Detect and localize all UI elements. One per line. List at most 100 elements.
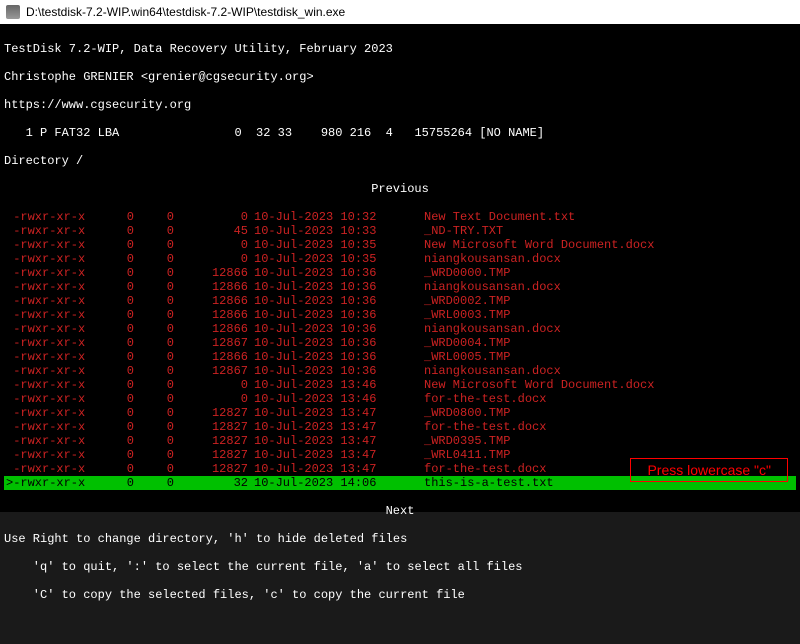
file-perm: -rwxr-xr-x (4, 252, 104, 266)
file-gid: 0 (144, 280, 184, 294)
file-row[interactable]: -rwxr-xr-x00010-Jul-2023 10:35New Micros… (4, 238, 796, 252)
file-uid: 0 (104, 406, 144, 420)
file-datetime: 10-Jul-2023 13:47 (254, 448, 424, 462)
file-datetime: 10-Jul-2023 10:33 (254, 224, 424, 238)
file-gid: 0 (144, 294, 184, 308)
file-uid: 0 (104, 308, 144, 322)
file-gid: 0 (144, 224, 184, 238)
file-row[interactable]: -rwxr-xr-x00010-Jul-2023 10:32New Text D… (4, 210, 796, 224)
file-size: 12866 (184, 280, 254, 294)
file-list[interactable]: -rwxr-xr-x00010-Jul-2023 10:32New Text D… (4, 210, 796, 490)
file-uid: 0 (104, 462, 144, 476)
file-row[interactable]: -rwxr-xr-x001282710-Jul-2023 13:47for-th… (4, 420, 796, 434)
file-uid: 0 (104, 238, 144, 252)
file-datetime: 10-Jul-2023 10:36 (254, 294, 424, 308)
file-size: 12866 (184, 266, 254, 280)
file-perm: -rwxr-xr-x (4, 392, 104, 406)
file-row[interactable]: -rwxr-xr-x001286710-Jul-2023 10:36niangk… (4, 364, 796, 378)
file-name: _WRD0000.TMP (424, 266, 796, 280)
file-name: niangkousansan.docx (424, 322, 796, 336)
file-uid: 0 (104, 280, 144, 294)
file-gid: 0 (144, 308, 184, 322)
file-row[interactable]: -rwxr-xr-x001286610-Jul-2023 10:36niangk… (4, 280, 796, 294)
file-size: 12827 (184, 434, 254, 448)
file-gid: 0 (144, 210, 184, 224)
file-row[interactable]: -rwxr-xr-x001282710-Jul-2023 13:47_WRD03… (4, 434, 796, 448)
file-row[interactable]: -rwxr-xr-x00010-Jul-2023 13:46New Micros… (4, 378, 796, 392)
file-datetime: 10-Jul-2023 14:06 (254, 476, 424, 490)
file-row[interactable]: -rwxr-xr-x00010-Jul-2023 10:35niangkousa… (4, 252, 796, 266)
file-size: 32 (184, 476, 254, 490)
file-name: _ND-TRY.TXT (424, 224, 796, 238)
file-uid: 0 (104, 350, 144, 364)
file-uid: 0 (104, 224, 144, 238)
file-size: 12827 (184, 462, 254, 476)
file-perm: -rwxr-xr-x (4, 364, 104, 378)
file-row[interactable]: -rwxr-xr-x001286610-Jul-2023 10:36_WRD00… (4, 266, 796, 280)
file-size: 0 (184, 238, 254, 252)
file-gid: 0 (144, 336, 184, 350)
file-gid: 0 (144, 448, 184, 462)
file-perm: -rwxr-xr-x (4, 322, 104, 336)
file-name: niangkousansan.docx (424, 252, 796, 266)
file-row[interactable]: -rwxr-xr-x001286610-Jul-2023 10:36niangk… (4, 322, 796, 336)
file-datetime: 10-Jul-2023 10:36 (254, 322, 424, 336)
file-name: _WRL0003.TMP (424, 308, 796, 322)
file-perm: -rwxr-xr-x (4, 266, 104, 280)
window-title: D:\testdisk-7.2-WIP.win64\testdisk-7.2-W… (26, 5, 345, 19)
file-uid: 0 (104, 252, 144, 266)
file-name: New Microsoft Word Document.docx (424, 238, 796, 252)
file-gid: 0 (144, 378, 184, 392)
file-uid: 0 (104, 448, 144, 462)
file-datetime: 10-Jul-2023 10:32 (254, 210, 424, 224)
file-size: 0 (184, 392, 254, 406)
file-gid: 0 (144, 420, 184, 434)
file-perm: -rwxr-xr-x (4, 378, 104, 392)
file-row[interactable]: -rwxr-xr-x001286710-Jul-2023 10:36_WRD00… (4, 336, 796, 350)
file-size: 12867 (184, 336, 254, 350)
file-name: for-the-test.docx (424, 392, 796, 406)
file-size: 12827 (184, 406, 254, 420)
file-row[interactable]: -rwxr-xr-x001286610-Jul-2023 10:36_WRD00… (4, 294, 796, 308)
file-uid: 0 (104, 378, 144, 392)
file-row[interactable]: -rwxr-xr-x00010-Jul-2023 13:46for-the-te… (4, 392, 796, 406)
file-perm: >-rwxr-xr-x (4, 476, 104, 490)
file-size: 0 (184, 378, 254, 392)
file-datetime: 10-Jul-2023 10:36 (254, 350, 424, 364)
previous-label[interactable]: Previous (4, 182, 796, 196)
file-perm: -rwxr-xr-x (4, 238, 104, 252)
file-datetime: 10-Jul-2023 13:47 (254, 406, 424, 420)
file-name: _WRD0004.TMP (424, 336, 796, 350)
file-size: 12867 (184, 364, 254, 378)
file-gid: 0 (144, 252, 184, 266)
file-uid: 0 (104, 322, 144, 336)
next-label[interactable]: Next (4, 504, 796, 518)
url-line: https://www.cgsecurity.org (4, 98, 796, 112)
file-name: niangkousansan.docx (424, 280, 796, 294)
file-datetime: 10-Jul-2023 13:47 (254, 420, 424, 434)
help-line-3: 'C' to copy the selected files, 'c' to c… (4, 588, 796, 602)
author-line: Christophe GRENIER <grenier@cgsecurity.o… (4, 70, 796, 84)
file-gid: 0 (144, 322, 184, 336)
file-row[interactable]: -rwxr-xr-x001286610-Jul-2023 10:36_WRL00… (4, 350, 796, 364)
file-name: _WRL0005.TMP (424, 350, 796, 364)
file-size: 12866 (184, 308, 254, 322)
file-datetime: 10-Jul-2023 10:36 (254, 364, 424, 378)
file-row[interactable]: -rwxr-xr-x004510-Jul-2023 10:33_ND-TRY.T… (4, 224, 796, 238)
file-gid: 0 (144, 434, 184, 448)
file-row[interactable]: -rwxr-xr-x001282710-Jul-2023 13:47_WRD08… (4, 406, 796, 420)
file-name: for-the-test.docx (424, 420, 796, 434)
terminal[interactable]: TestDisk 7.2-WIP, Data Recovery Utility,… (0, 24, 800, 512)
file-datetime: 10-Jul-2023 13:47 (254, 434, 424, 448)
file-perm: -rwxr-xr-x (4, 448, 104, 462)
file-datetime: 10-Jul-2023 10:36 (254, 336, 424, 350)
file-datetime: 10-Jul-2023 10:36 (254, 266, 424, 280)
app-header-line: TestDisk 7.2-WIP, Data Recovery Utility,… (4, 42, 796, 56)
file-uid: 0 (104, 476, 144, 490)
file-datetime: 10-Jul-2023 13:46 (254, 378, 424, 392)
file-size: 45 (184, 224, 254, 238)
help-line-2: 'q' to quit, ':' to select the current f… (4, 560, 796, 574)
file-row[interactable]: -rwxr-xr-x001286610-Jul-2023 10:36_WRL00… (4, 308, 796, 322)
file-datetime: 10-Jul-2023 13:47 (254, 462, 424, 476)
file-gid: 0 (144, 392, 184, 406)
